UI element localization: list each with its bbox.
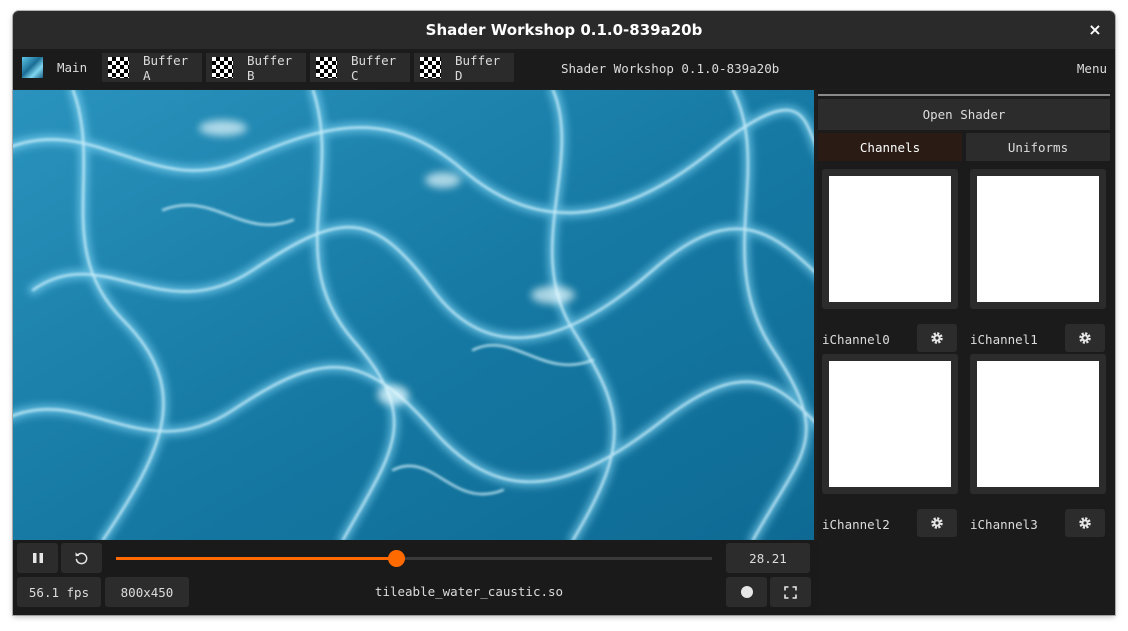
time-display: 28.21 [726,543,810,573]
channel-settings-button-1[interactable] [1065,324,1105,352]
resolution-value: 800x450 [120,584,174,600]
channel-settings-button-2[interactable] [917,509,957,537]
channel-slot-3[interactable] [970,354,1106,494]
checker-thumbnail-icon [108,57,129,78]
open-shader-label: Open Shader [922,107,1006,122]
restart-button[interactable] [61,543,102,573]
tab-label: Main [57,60,88,75]
pause-icon [32,553,43,563]
channel-preview [829,361,951,487]
channel-preview [829,176,951,302]
channel-label-1: iChannel1 [970,332,1038,347]
record-button[interactable] [726,577,767,607]
water-caustic-render [13,90,814,540]
time-value: 28.21 [749,550,787,566]
buffer-tab-bar: Main Buffer A Buffer B Buffer C Buffer D… [13,49,1115,89]
timeline-handle[interactable] [388,550,406,567]
shader-viewport[interactable] [13,90,814,540]
sidebar: Open Shader Channels Uniforms iChannel0 … [817,90,1115,615]
channel-slot-0[interactable] [822,169,958,309]
title-bar: Shader Workshop 0.1.0-839a20b × [13,11,1115,49]
gear-icon [1079,517,1091,529]
gear-icon [1079,332,1091,344]
checker-thumbnail-icon [316,57,337,78]
timeline-progress [116,557,397,560]
channel-settings-button-3[interactable] [1065,509,1105,537]
channel-slot-1[interactable] [970,169,1106,309]
gear-icon [931,517,943,529]
tab-label: Buffer A [143,52,189,83]
gear-icon [931,332,943,344]
window-title: Shader Workshop 0.1.0-839a20b [425,21,703,39]
tab-buffer-c[interactable]: Buffer C [310,52,410,83]
channel-label-2: iChannel2 [822,517,890,532]
tab-uniforms-label: Uniforms [1007,139,1069,155]
channel-slot-2[interactable] [822,354,958,494]
tab-label: Buffer C [351,52,397,83]
water-thumbnail-icon [22,57,43,78]
restart-icon [75,551,88,564]
tab-buffer-a[interactable]: Buffer A [102,52,202,83]
tab-buffer-b[interactable]: Buffer B [206,52,306,83]
tab-label: Buffer D [455,52,501,83]
sidebar-divider [818,94,1110,96]
tab-buffer-d[interactable]: Buffer D [414,52,514,83]
channel-settings-button-0[interactable] [917,324,957,352]
tab-channels-label: Channels [859,139,921,155]
checker-thumbnail-icon [420,57,441,78]
menu-button[interactable]: Menu [1077,61,1107,76]
tab-channels[interactable]: Channels [818,133,962,161]
resolution-display: 800x450 [105,577,189,607]
channel-label-3: iChannel3 [970,517,1038,532]
tab-main[interactable]: Main [16,53,99,82]
tab-uniforms[interactable]: Uniforms [966,133,1110,161]
fullscreen-icon [784,585,797,599]
timeline-slider[interactable] [116,550,712,567]
fps-value: 56.1 fps [28,584,90,600]
channel-label-0: iChannel0 [822,332,890,347]
fps-display: 56.1 fps [17,577,101,607]
pause-button[interactable] [17,543,58,573]
playback-controls: 28.21 56.1 fps 800x450 tileable_water_ca… [13,540,817,615]
open-shader-button[interactable]: Open Shader [818,99,1110,130]
shader-filename: tileable_water_caustic.so [374,584,564,599]
fullscreen-button[interactable] [770,577,811,607]
tab-label: Buffer B [247,52,293,83]
close-icon[interactable]: × [1085,20,1105,40]
app-title-label: Shader Workshop 0.1.0-839a20b [561,61,780,76]
channel-preview [977,361,1099,487]
record-icon [740,586,753,598]
channel-preview [977,176,1099,302]
app-window: Shader Workshop 0.1.0-839a20b × Main Buf… [13,11,1115,615]
checker-thumbnail-icon [212,57,233,78]
